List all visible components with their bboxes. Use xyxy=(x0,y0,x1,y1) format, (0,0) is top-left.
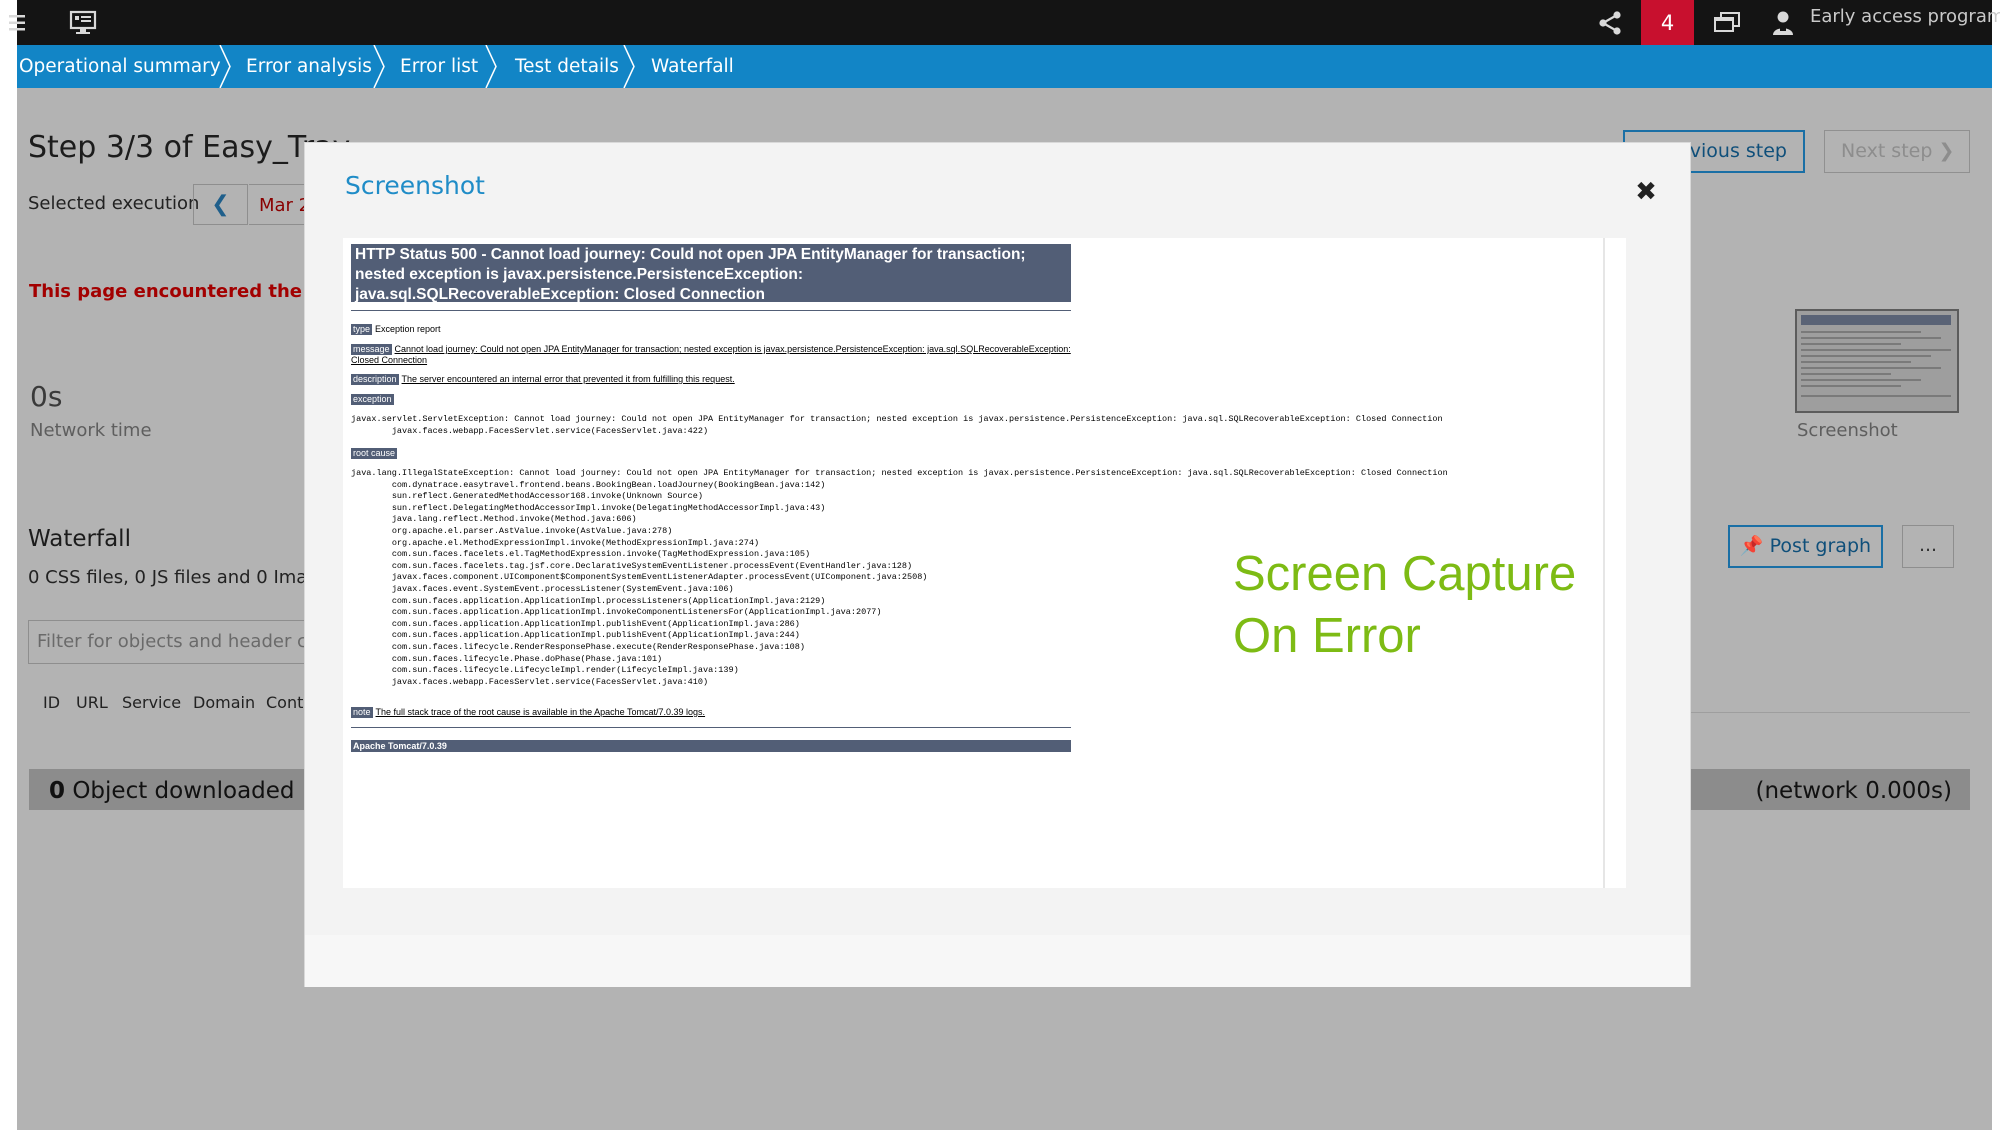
waterfall-title: Waterfall xyxy=(28,526,131,552)
column-header-domain[interactable]: Domain xyxy=(193,693,255,712)
network-total: (network 0.000s) xyxy=(1755,778,1953,804)
breadcrumb-waterfall[interactable]: Waterfall xyxy=(651,45,734,88)
screenshot-label: Screenshot xyxy=(1797,420,1898,441)
waterfall-summary: 0 CSS files, 0 JS files and 0 Image xyxy=(28,567,330,588)
page-title: Step 3/3 of Easy_Trav xyxy=(28,130,351,165)
error-root-cause-line: root cause xyxy=(351,448,400,459)
execution-label: Selected execution xyxy=(28,193,200,214)
column-header-id[interactable]: ID xyxy=(43,693,60,712)
breadcrumb-test-details[interactable]: Test details xyxy=(515,45,619,88)
pin-icon: 📌 xyxy=(1739,535,1764,557)
column-header-service[interactable]: Service xyxy=(122,693,181,712)
exception-trace: javax.servlet.ServletException: Cannot l… xyxy=(351,414,1443,436)
monitor-icon[interactable] xyxy=(65,0,101,45)
error-note-tag: note xyxy=(351,707,373,718)
divider xyxy=(1667,712,1970,713)
screenshot-thumbnail[interactable] xyxy=(1795,309,1959,413)
error-type-line: type Exception report xyxy=(351,324,441,335)
windows-icon[interactable] xyxy=(1707,0,1747,45)
scrollbar[interactable] xyxy=(1603,238,1605,888)
top-bar: 4 Early access program xyxy=(9,0,2000,45)
error-heading: HTTP Status 500 - Cannot load journey: C… xyxy=(351,244,1071,303)
network-time-label: Network time xyxy=(30,420,152,441)
screenshot-modal: Screenshot ✖ HTTP Status 500 - Cannot lo… xyxy=(304,142,1691,987)
error-message-line: message Cannot load journey: Could not op… xyxy=(351,344,1091,366)
error-root-cause-tag: root cause xyxy=(351,448,398,459)
objects-downloaded: 0 Object downloaded xyxy=(49,778,295,804)
breadcrumb-separator-icon xyxy=(623,45,635,88)
modal-title: Screenshot xyxy=(345,171,485,200)
divider xyxy=(351,310,1071,311)
error-exception-tag: exception xyxy=(351,394,394,405)
breadcrumb-separator-icon xyxy=(373,45,385,88)
previous-execution-button[interactable]: ❮ xyxy=(193,184,248,225)
notification-badge[interactable]: 4 xyxy=(1641,0,1694,45)
screen-capture-caption: Screen Capture On Error xyxy=(1233,547,1577,663)
server-footer: Apache Tomcat/7.0.39 xyxy=(351,740,1071,752)
column-header-url[interactable]: URL xyxy=(76,693,108,712)
objects-count: 0 xyxy=(49,778,66,804)
error-type-value: Exception report xyxy=(375,324,441,334)
chevron-left-icon: ❮ xyxy=(211,192,230,217)
user-icon[interactable] xyxy=(1765,0,1801,45)
error-type-tag: type xyxy=(351,324,373,335)
error-note-line: note The full stack trace of the root cau… xyxy=(351,707,705,718)
breadcrumb-error-analysis[interactable]: Error analysis xyxy=(246,45,372,88)
error-message: This page encountered the foll xyxy=(29,281,341,302)
chevron-right-icon: ❯ xyxy=(1938,140,1955,162)
breadcrumb-operational-summary[interactable]: Operational summary xyxy=(19,45,221,88)
share-icon[interactable] xyxy=(1592,0,1628,45)
error-description-value: The server encountered an internal error… xyxy=(401,374,735,384)
error-description-line: description The server encountered an int… xyxy=(351,374,735,385)
breadcrumb-separator-icon xyxy=(219,45,231,88)
error-note-value: The full stack trace of the root cause i… xyxy=(375,707,706,717)
error-message-value: Cannot load journey: Could not open JPA … xyxy=(351,344,1071,365)
breadcrumb-error-list[interactable]: Error list xyxy=(400,45,478,88)
divider xyxy=(351,727,1071,728)
close-x-icon[interactable]: ✖ xyxy=(1633,179,1659,205)
post-graph-label: Post graph xyxy=(1769,535,1872,557)
post-graph-button[interactable]: 📌 Post graph xyxy=(1728,525,1883,568)
error-message-tag: message xyxy=(351,344,392,355)
breadcrumb-separator-icon xyxy=(485,45,497,88)
next-step-label: Next step xyxy=(1841,140,1933,162)
next-step-button[interactable]: Next step ❯ xyxy=(1824,130,1970,173)
early-access-link[interactable]: Early access program xyxy=(1810,0,2000,34)
objects-label: Object downloaded xyxy=(72,778,295,804)
network-time-value: 0s xyxy=(30,380,63,413)
screenshot-image: HTTP Status 500 - Cannot load journey: C… xyxy=(343,238,1626,888)
modal-footer xyxy=(305,935,1690,987)
breadcrumb: Operational summary Error analysis Error… xyxy=(17,45,1992,88)
error-description-tag: description xyxy=(351,374,399,385)
hamburger-menu-icon[interactable] xyxy=(0,0,40,45)
filter-input[interactable]: Filter for objects and header co xyxy=(28,620,328,664)
error-exception-line: exception xyxy=(351,394,397,405)
more-options-button[interactable]: ... xyxy=(1902,525,1954,568)
